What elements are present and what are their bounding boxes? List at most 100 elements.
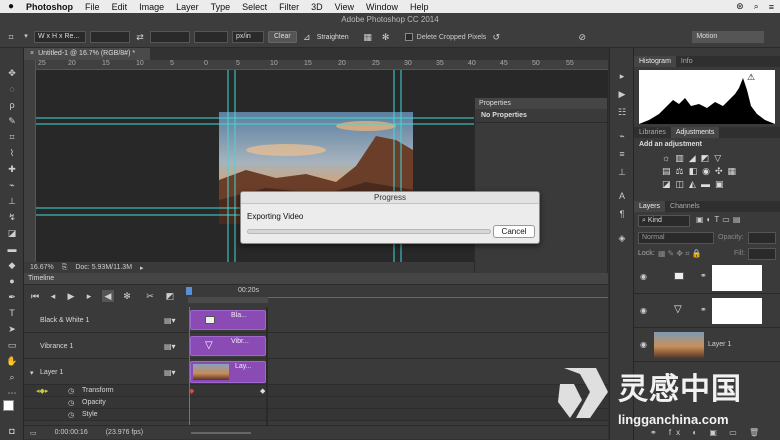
posterize-icon[interactable]: ◫ bbox=[676, 179, 690, 189]
app-menu[interactable]: Photoshop bbox=[20, 2, 79, 12]
brush-panel-icon[interactable]: ⌁ bbox=[615, 130, 629, 142]
timeline-clip[interactable]: Lay... bbox=[190, 361, 266, 383]
layer-row[interactable]: ◉ Layer 1 bbox=[634, 328, 780, 362]
height-field[interactable] bbox=[150, 31, 190, 43]
invert-icon[interactable]: ◪ bbox=[662, 179, 676, 189]
visibility-eye-icon[interactable]: ◉ bbox=[640, 272, 647, 281]
path-select-icon[interactable]: ➤ bbox=[4, 322, 20, 336]
cancel-crop-icon[interactable]: ⊘ bbox=[576, 31, 588, 43]
quick-select-tool-icon[interactable]: ✎ bbox=[4, 114, 20, 128]
film-strip-icon[interactable]: ▤▾ bbox=[164, 316, 176, 325]
foreground-color-swatch[interactable] bbox=[3, 400, 14, 411]
menu-window[interactable]: Window bbox=[360, 2, 404, 12]
gear-icon[interactable]: ✻ bbox=[379, 31, 393, 43]
visibility-eye-icon[interactable]: ◉ bbox=[640, 340, 647, 349]
fill-field[interactable] bbox=[748, 248, 776, 260]
layer-filter-icons[interactable]: ▣◐T▭▤ bbox=[696, 215, 743, 224]
brush-presets-icon[interactable]: ≡ bbox=[615, 148, 629, 160]
3d-icon[interactable]: ◈ bbox=[615, 232, 629, 244]
quick-mask-icon[interactable]: ◘ bbox=[4, 424, 20, 438]
black-white-icon[interactable]: ◧ bbox=[689, 166, 703, 176]
pen-tool-icon[interactable]: ✒ bbox=[4, 290, 20, 304]
brightness-icon[interactable]: ☼ bbox=[662, 153, 675, 163]
adjustment-buttons[interactable]: ☼▥◢◩▽ ▤⚖◧◉✣▦ ◪◫◭▬▣ bbox=[662, 152, 762, 191]
exposure-icon[interactable]: ◩ bbox=[701, 153, 715, 163]
resolution-field[interactable] bbox=[194, 31, 228, 43]
layer-mask-thumbnail[interactable] bbox=[712, 298, 762, 324]
next-frame-icon[interactable]: ▸ bbox=[84, 290, 94, 302]
render-options-icon[interactable]: ▭ bbox=[30, 429, 37, 437]
work-area-bar[interactable] bbox=[188, 297, 268, 303]
track-row[interactable]: Black & White 1 ▤▾ Bla... bbox=[24, 307, 608, 333]
film-strip-icon[interactable]: ▤▾ bbox=[164, 342, 176, 351]
film-strip-icon[interactable]: ▤▾ bbox=[164, 368, 176, 377]
actions-icon[interactable]: ▶ bbox=[615, 88, 629, 100]
delete-cropped-checkbox[interactable] bbox=[404, 33, 413, 41]
menu-3d[interactable]: 3D bbox=[305, 2, 329, 12]
timeline-clip[interactable]: Bla... bbox=[190, 310, 266, 330]
settings-gear-icon[interactable]: ✻ bbox=[122, 290, 132, 302]
layer-mask-thumbnail[interactable] bbox=[712, 265, 762, 291]
hand-tool-icon[interactable]: ✋ bbox=[4, 354, 20, 368]
stamp-tool-icon[interactable]: ⊥ bbox=[4, 194, 20, 208]
go-to-first-frame-icon[interactable]: ⏮ bbox=[30, 290, 40, 302]
tab-adjustments[interactable]: Adjustments bbox=[670, 127, 720, 138]
stopwatch-icon[interactable]: ◷ bbox=[68, 399, 74, 407]
zoom-tool-icon[interactable]: ⌕ bbox=[4, 370, 20, 384]
eraser-tool-icon[interactable]: ◪ bbox=[4, 226, 20, 240]
creative-cloud-icon[interactable]: ⊛ bbox=[736, 1, 744, 12]
crop-tool-icon[interactable]: ⌗ bbox=[4, 31, 18, 43]
track-row[interactable]: Vibrance 1 ▤▾ ▽ Vibr... bbox=[24, 333, 608, 359]
playhead-handle[interactable] bbox=[186, 287, 192, 295]
menu-type[interactable]: Type bbox=[205, 2, 237, 12]
menu-file[interactable]: File bbox=[79, 2, 106, 12]
straighten-icon[interactable]: ⊿ bbox=[301, 31, 313, 43]
menu-filter[interactable]: Filter bbox=[273, 2, 305, 12]
type-tool-icon[interactable]: T bbox=[4, 306, 20, 320]
more-tools-icon[interactable]: ⋯ bbox=[4, 386, 20, 400]
healing-tool-icon[interactable]: ✚ bbox=[4, 162, 20, 176]
straighten-button[interactable]: Straighten bbox=[317, 34, 349, 41]
property-row[interactable]: ◷ Opacity bbox=[24, 397, 608, 409]
status-menu-icon[interactable]: ▸ bbox=[140, 264, 144, 272]
notification-icon[interactable]: ≡ bbox=[769, 2, 774, 12]
split-scissors-icon[interactable]: ✂ bbox=[144, 290, 156, 302]
crop-tool-icon[interactable]: ⌗ bbox=[4, 130, 20, 144]
tab-histogram[interactable]: Histogram bbox=[634, 56, 676, 67]
unit-select[interactable]: px/in bbox=[232, 31, 264, 43]
swap-icon[interactable]: ⇄ bbox=[134, 31, 146, 43]
rectangle-tool-icon[interactable]: ▭ bbox=[4, 338, 20, 352]
color-balance-icon[interactable]: ⚖ bbox=[676, 166, 689, 176]
transition-icon[interactable]: ◩ bbox=[164, 290, 176, 302]
menu-help[interactable]: Help bbox=[404, 2, 435, 12]
hue-saturation-icon[interactable]: ▤ bbox=[662, 166, 676, 176]
vibrance-icon[interactable]: ▽ bbox=[714, 153, 726, 163]
brush-tool-icon[interactable]: ⌁ bbox=[4, 178, 20, 192]
keyframe-nav-icon[interactable]: ◂◆▸ bbox=[36, 387, 48, 395]
layer-row[interactable]: ◉ ⚭ bbox=[634, 262, 780, 294]
reset-icon[interactable]: ↺ bbox=[490, 31, 502, 43]
close-tab-icon[interactable]: × bbox=[30, 50, 34, 57]
lasso-tool-icon[interactable]: ρ bbox=[4, 98, 20, 112]
track-row[interactable]: ▾ Layer 1 ▤▾ Lay... bbox=[24, 359, 608, 385]
opacity-field[interactable] bbox=[748, 232, 776, 244]
properties-icon[interactable]: ☷ bbox=[615, 106, 629, 118]
keyframe-marker[interactable]: ◆ bbox=[260, 387, 265, 395]
spotlight-icon[interactable]: ⌕ bbox=[754, 1, 759, 12]
blend-mode-select[interactable]: Normal bbox=[638, 232, 714, 244]
dodge-tool-icon[interactable]: ● bbox=[4, 274, 20, 288]
zoom-level[interactable]: 16.67% bbox=[30, 264, 54, 271]
grid-overlay-icon[interactable]: ▦ bbox=[361, 31, 375, 43]
menu-layer[interactable]: Layer bbox=[170, 2, 205, 12]
menu-select[interactable]: Select bbox=[236, 2, 273, 12]
property-row[interactable]: ◂◆▸ ◷ Transform ◆ ◆ bbox=[24, 385, 608, 397]
tab-libraries[interactable]: Libraries bbox=[634, 127, 671, 138]
layer-row[interactable]: ◉ ▽ ⚭ bbox=[634, 294, 780, 328]
blur-tool-icon[interactable]: ◆ bbox=[4, 258, 20, 272]
stopwatch-icon[interactable]: ◷ bbox=[68, 411, 74, 419]
cancel-button[interactable]: Cancel bbox=[493, 225, 535, 238]
property-row[interactable]: ◷ Style bbox=[24, 409, 608, 421]
zoom-slider[interactable] bbox=[191, 431, 252, 434]
tab-layers[interactable]: Layers bbox=[634, 201, 666, 212]
history-brush-icon[interactable]: ↯ bbox=[4, 210, 20, 224]
